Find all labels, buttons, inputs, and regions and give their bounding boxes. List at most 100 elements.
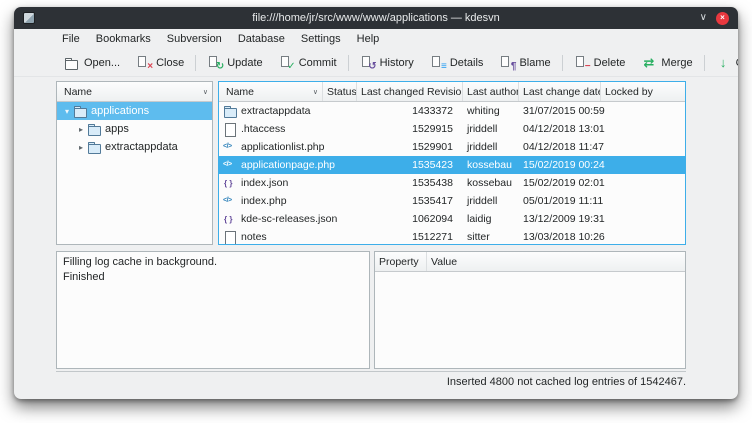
file-revision: 1535417 xyxy=(357,195,463,207)
merge-icon: ⇄ xyxy=(641,55,656,70)
file-author: kossebau xyxy=(463,159,519,171)
folder-icon xyxy=(223,104,237,118)
toolbar-button-delete[interactable]: − Delete xyxy=(566,52,634,73)
file-row-applicationpage-php[interactable]: applicationpage.php 1535423 kossebau 15/… xyxy=(219,156,685,174)
toolbar-button-blame[interactable]: ¶ Blame xyxy=(491,52,558,73)
column-header-property[interactable]: Property xyxy=(375,252,427,271)
file-revision: 1512271 xyxy=(357,231,463,243)
json-icon xyxy=(223,176,237,190)
toolbar-button-open[interactable]: Open... xyxy=(56,52,128,73)
file-revision: 1529901 xyxy=(357,141,463,153)
log-line: Finished xyxy=(63,270,363,285)
column-header-name[interactable]: Name ∨ xyxy=(219,82,323,101)
toolbar-button-label: Merge xyxy=(661,57,692,69)
chevron-down-icon: ∨ xyxy=(200,88,208,96)
code-icon xyxy=(223,194,237,208)
column-header-author[interactable]: Last author xyxy=(463,82,519,101)
toolbar-button-checkout[interactable]: ↓ Checkout xyxy=(708,52,738,73)
toolbar-separator xyxy=(195,55,196,71)
tree-item-label: apps xyxy=(105,123,129,135)
file-change-date: 15/02/2019 00:24 xyxy=(519,159,601,171)
code-icon xyxy=(223,158,237,172)
menu-item-subversion[interactable]: Subversion xyxy=(159,29,230,49)
menu-item-file[interactable]: File xyxy=(54,29,88,49)
toolbar-button-commit[interactable]: ✓ Commit xyxy=(271,52,345,73)
column-header-status[interactable]: Status xyxy=(323,82,357,101)
blame-icon: ¶ xyxy=(499,55,514,70)
properties-panel: Property Value xyxy=(374,251,686,369)
delete-icon: − xyxy=(574,55,589,70)
toolbar-button-label: Update xyxy=(227,57,262,69)
tree-item-apps[interactable]: ▸ apps xyxy=(57,120,212,138)
file-revision: 1529915 xyxy=(357,123,463,135)
directory-tree-panel: Name ∨ ▾ applications ▸ apps ▸ extractap… xyxy=(56,81,213,245)
menu-item-label: Subversion xyxy=(167,33,222,45)
toolbar-button-label: Commit xyxy=(299,57,337,69)
log-output-panel[interactable]: Filling log cache in background. Finishe… xyxy=(56,251,370,369)
history-icon: ↺ xyxy=(360,55,375,70)
menu-item-label: File xyxy=(62,33,80,45)
expander-icon[interactable]: ▸ xyxy=(75,143,87,152)
file-name: kde-sc-releases.json xyxy=(241,213,337,225)
file-change-date: 04/12/2018 13:01 xyxy=(519,123,601,135)
file-row-kde-sc-releases-json[interactable]: kde-sc-releases.json 1062094 laidig 13/1… xyxy=(219,210,685,228)
file-name: notes xyxy=(241,231,267,243)
file-row-notes[interactable]: notes 1512271 sitter 13/03/2018 10:26 xyxy=(219,228,685,244)
menu-item-label: Database xyxy=(238,33,285,45)
toolbar-button-details[interactable]: ≡ Details xyxy=(422,52,492,73)
menu-item-label: Bookmarks xyxy=(96,33,151,45)
tree-item-applications[interactable]: ▾ applications xyxy=(57,102,212,120)
toolbar-button-merge[interactable]: ⇄ Merge xyxy=(633,52,700,73)
checkout-icon: ↓ xyxy=(716,55,731,70)
file-change-date: 13/12/2009 19:31 xyxy=(519,213,601,225)
menu-item-database[interactable]: Database xyxy=(230,29,293,49)
json-icon xyxy=(223,212,237,226)
svn-update-icon: ↻ xyxy=(207,55,222,70)
top-panels: Name ∨ ▾ applications ▸ apps ▸ extractap… xyxy=(56,81,686,245)
toolbar-button-label: History xyxy=(380,57,414,69)
titlebar[interactable]: file:///home/jr/src/www/www/applications… xyxy=(14,7,738,29)
statusbar: Inserted 4800 not cached log entries of … xyxy=(56,371,686,391)
menu-item-settings[interactable]: Settings xyxy=(293,29,349,49)
folder-icon xyxy=(87,140,101,154)
app-icon[interactable] xyxy=(23,12,35,24)
tree-column-header-name[interactable]: Name ∨ xyxy=(57,82,212,101)
tree-rows: ▾ applications ▸ apps ▸ extractappdata xyxy=(57,102,212,244)
file-list-panel: Name ∨ Status Last changed Revision Last… xyxy=(218,81,686,245)
svn-commit-icon: ✓ xyxy=(279,55,294,70)
expander-icon[interactable]: ▸ xyxy=(75,125,87,134)
column-header-value[interactable]: Value xyxy=(427,252,685,271)
details-icon: ≡ xyxy=(430,55,445,70)
expander-icon[interactable]: ▾ xyxy=(61,107,73,116)
toolbar-button-history[interactable]: ↺ History xyxy=(352,52,422,73)
tree-header: Name ∨ xyxy=(57,82,212,102)
file-name: .htaccess xyxy=(241,123,285,135)
tree-item-extractappdata[interactable]: ▸ extractappdata xyxy=(57,138,212,156)
menu-item-help[interactable]: Help xyxy=(349,29,388,49)
column-header-revision[interactable]: Last changed Revision xyxy=(357,82,463,101)
tree-item-label: extractappdata xyxy=(105,141,178,153)
menu-item-bookmarks[interactable]: Bookmarks xyxy=(88,29,159,49)
toolbar-button-close[interactable]: × Close xyxy=(128,52,192,73)
toolbar-button-update[interactable]: ↻ Update xyxy=(199,52,270,73)
kdesvn-window: file:///home/jr/src/www/www/applications… xyxy=(14,7,738,399)
file-list-header: Name ∨ Status Last changed Revision Last… xyxy=(219,82,685,102)
close-icon[interactable]: × xyxy=(716,12,729,25)
menu-item-label: Settings xyxy=(301,33,341,45)
file-row-extractappdata[interactable]: extractappdata 1433372 whiting 31/07/201… xyxy=(219,102,685,120)
file-row-index-php[interactable]: index.php 1535417 jriddell 05/01/2019 11… xyxy=(219,192,685,210)
toolbar-separator xyxy=(704,55,705,71)
file-row-htaccess[interactable]: .htaccess 1529915 jriddell 04/12/2018 13… xyxy=(219,120,685,138)
file-row-applicationlist-php[interactable]: applicationlist.php 1529901 jriddell 04/… xyxy=(219,138,685,156)
toolbar-buttons: Open... × Close ↻ Update ✓ Commit ↺ Hist… xyxy=(56,52,738,73)
toolbar-button-label: Details xyxy=(450,57,484,69)
column-header-date[interactable]: Last change date xyxy=(519,82,601,101)
menubar: File Bookmarks Subversion Database Setti… xyxy=(14,29,738,49)
shade-icon[interactable]: ∨ xyxy=(700,13,707,23)
file-change-date: 05/01/2019 11:11 xyxy=(519,195,601,207)
file-row-index-json[interactable]: index.json 1535438 kossebau 15/02/2019 0… xyxy=(219,174,685,192)
file-rows: extractappdata 1433372 whiting 31/07/201… xyxy=(219,102,685,244)
column-header-locked-by[interactable]: Locked by xyxy=(601,82,685,101)
toolbar-button-label: Close xyxy=(156,57,184,69)
log-line: Filling log cache in background. xyxy=(63,255,363,270)
